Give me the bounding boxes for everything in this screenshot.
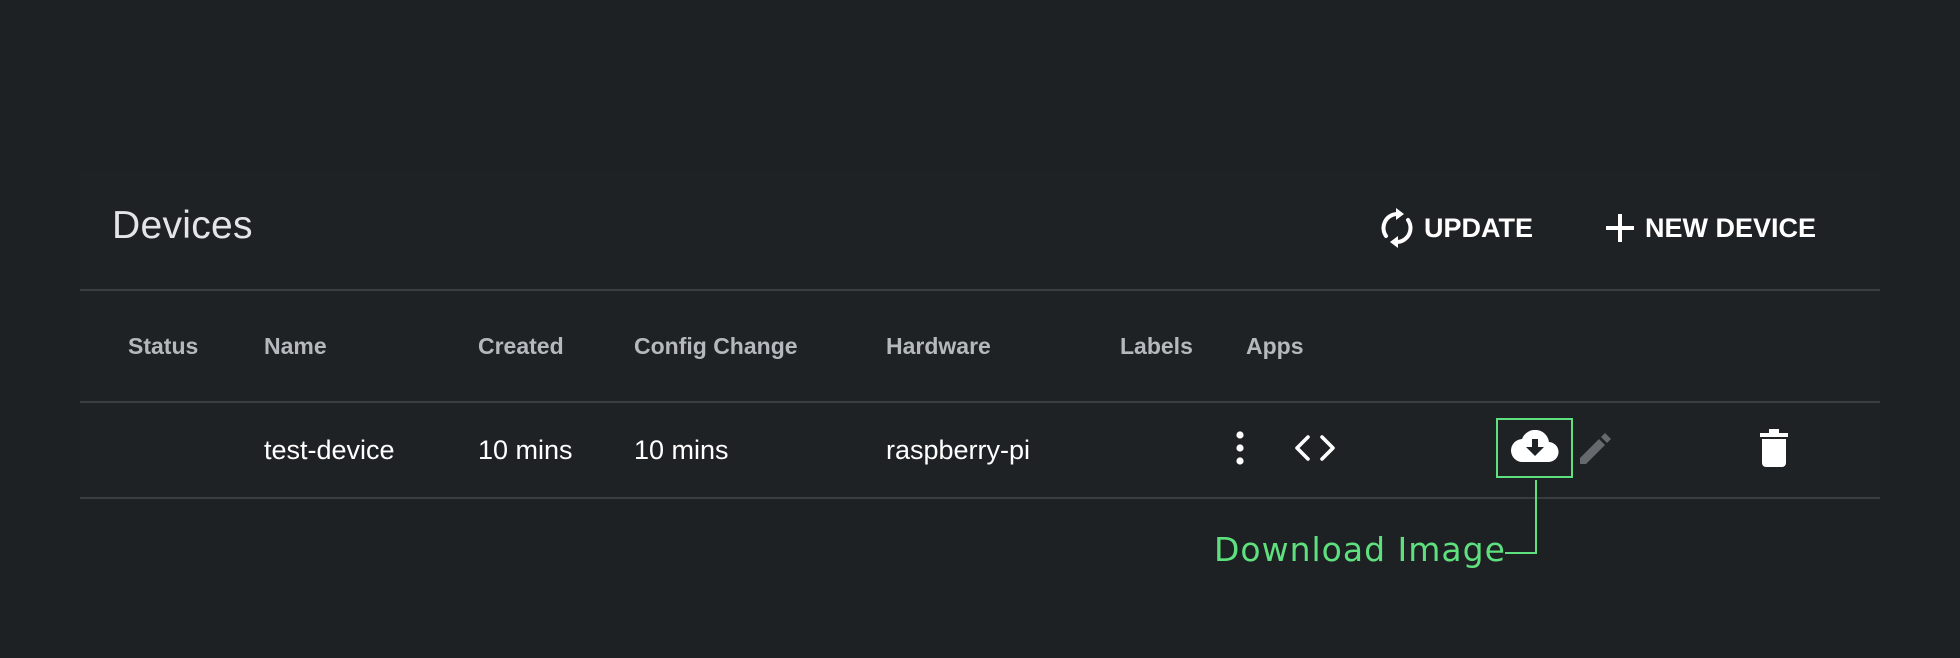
column-apps[interactable]: Apps: [1246, 291, 1304, 401]
callout-connector: [1535, 480, 1537, 554]
new-device-label: NEW DEVICE: [1645, 212, 1817, 243]
device-name[interactable]: test-device: [264, 403, 395, 497]
created-cell: 10 mins: [478, 435, 573, 465]
column-hardware[interactable]: Hardware: [886, 291, 991, 401]
hardware-cell: raspberry-pi: [886, 435, 1031, 465]
table-header: Status Name Created Config Change Hardwa…: [80, 291, 1880, 403]
refresh-icon: [1380, 208, 1414, 248]
page-title: Devices: [112, 204, 253, 247]
config-change-cell: 10 mins: [634, 435, 729, 465]
update-button[interactable]: UPDATE: [1380, 200, 1533, 256]
column-status[interactable]: Status: [128, 291, 198, 401]
delete-button[interactable]: [1754, 403, 1794, 497]
devices-card: Devices UPDATE NEW DEVICE Status Name Cr…: [80, 170, 1880, 499]
column-created[interactable]: Created: [478, 291, 564, 401]
labels-menu-button[interactable]: [1220, 403, 1260, 497]
edit-pencil-icon: [1578, 430, 1614, 471]
trash-icon: [1760, 428, 1788, 472]
column-config-change[interactable]: Config Change: [634, 291, 798, 401]
plus-icon: [1605, 213, 1635, 243]
update-label: UPDATE: [1424, 212, 1534, 243]
column-name[interactable]: Name: [264, 291, 327, 401]
table-row[interactable]: test-device 10 mins 10 mins raspberry-pi: [80, 403, 1880, 499]
new-device-button[interactable]: NEW DEVICE: [1605, 200, 1816, 256]
callout-label: Download Image: [1214, 530, 1506, 569]
cloud-download-icon: [1510, 429, 1559, 467]
card-header: Devices UPDATE NEW DEVICE: [80, 170, 1880, 291]
column-labels[interactable]: Labels: [1120, 291, 1193, 401]
edit-button[interactable]: [1574, 403, 1618, 497]
apps-button[interactable]: [1262, 403, 1368, 497]
code-icon: [1294, 434, 1336, 466]
download-image-button[interactable]: [1496, 418, 1573, 478]
more-vertical-icon: [1235, 430, 1245, 470]
callout-connector-horizontal: [1505, 552, 1537, 554]
